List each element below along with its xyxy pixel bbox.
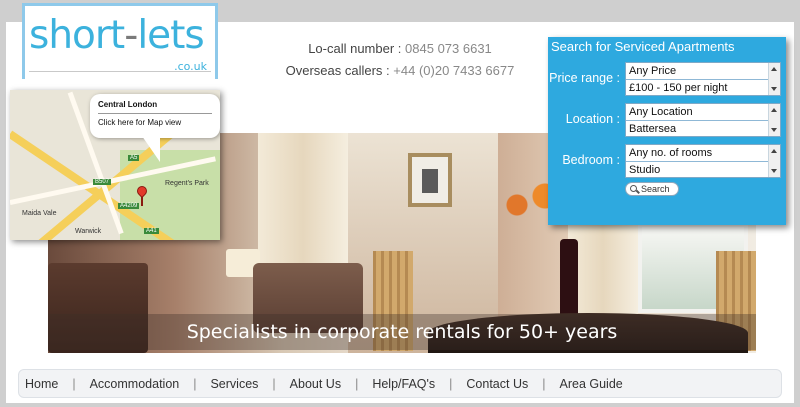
map-info-bubble[interactable]: Central London Click here for Map view [90,94,220,162]
location-label: Location : [565,112,620,126]
bedroom-select[interactable]: Any no. of rooms Studio [625,144,781,178]
location-scrollbar[interactable] [768,104,780,136]
nav-link-help-faq[interactable]: Help/FAQ's [372,377,435,391]
road-shield: B507 [93,179,112,185]
local-number: 0845 073 6631 [405,41,492,56]
logo-tld: .co.uk [174,60,207,73]
nav-about: About Us [290,377,341,391]
nav-separator: | [542,376,546,391]
site-logo[interactable]: short-lets .co.uk [22,3,218,79]
nav-separator: | [72,376,76,391]
scroll-up-icon[interactable] [771,108,777,112]
scroll-down-icon[interactable] [771,87,777,91]
road-shield: A4209 [118,203,140,209]
main-navigation: Home | Accommodation | Services | About … [18,369,782,398]
local-number-label: Lo-call number [308,41,395,56]
bedroom-label: Bedroom : [562,153,620,167]
nav-link-accommodation[interactable]: Accommodation [90,377,180,391]
scroll-up-icon[interactable] [771,149,777,153]
apartment-search-panel: Search for Serviced Apartments Price ran… [548,37,786,225]
map-label: Warwick [75,228,102,235]
nav-contact: Contact Us [466,377,528,391]
local-number-row: Lo-call number : 0845 073 6631 [308,41,492,56]
nav-accommodation: Accommodation [90,377,180,391]
logo-wordmark: short-lets [29,13,205,58]
nav-home: Home [25,377,58,391]
nav-separator: | [355,376,359,391]
scroll-up-icon[interactable] [771,67,777,71]
price-range-select[interactable]: Any Price £100 - 150 per night [625,62,781,96]
map-thumbnail[interactable]: Maida Vale Warwick Regent's Park B507 A5… [10,90,220,240]
location-option[interactable]: Battersea [626,120,780,136]
nav-link-services[interactable]: Services [210,377,258,391]
nav-separator: | [449,376,453,391]
nav-separator: | [272,376,276,391]
search-button[interactable]: Search [625,182,679,196]
map-bubble-title: Central London [98,100,158,109]
bedroom-option[interactable]: Any no. of rooms [626,145,780,161]
location-select[interactable]: Any Location Battersea [625,103,781,137]
search-panel-title: Search for Serviced Apartments [551,39,735,54]
scroll-down-icon[interactable] [771,128,777,132]
nav-link-area-guide[interactable]: Area Guide [560,377,623,391]
nav-link-contact-us[interactable]: Contact Us [466,377,528,391]
road-shield: A41 [144,228,159,234]
price-range-label: Price range : [549,71,620,85]
contact-numbers: Lo-call number : 0845 073 6631 Overseas … [250,38,550,82]
hero-tagline: Specialists in corporate rentals for 50+… [48,314,756,350]
nav-services: Services [210,377,258,391]
price-option[interactable]: £100 - 150 per night [626,79,780,95]
bedroom-scrollbar[interactable] [768,145,780,177]
bedroom-option[interactable]: Studio [626,161,780,177]
overseas-number-row: Overseas callers : +44 (0)20 7433 6677 [285,63,515,78]
overseas-number-label: Overseas callers [285,63,383,78]
nav-help: Help/FAQ's [372,377,435,391]
price-option[interactable]: Any Price [626,63,780,79]
map-label: Maida Vale [22,210,57,217]
nav-link-about-us[interactable]: About Us [290,377,341,391]
nav-link-home[interactable]: Home [25,377,58,391]
location-option[interactable]: Any Location [626,104,780,120]
road-shield: A5 [128,155,140,161]
map-view-link[interactable]: Click here for Map view [98,118,212,127]
overseas-number: +44 (0)20 7433 6677 [393,63,515,78]
scroll-down-icon[interactable] [771,169,777,173]
wine-bottle [560,239,578,319]
nav-separator: | [193,376,197,391]
framed-picture [408,153,452,207]
map-bubble-divider [98,113,212,114]
nav-area-guide: Area Guide [560,377,623,391]
map-label: Regent's Park [165,180,209,187]
price-scrollbar[interactable] [768,63,780,95]
search-icon [630,185,637,192]
